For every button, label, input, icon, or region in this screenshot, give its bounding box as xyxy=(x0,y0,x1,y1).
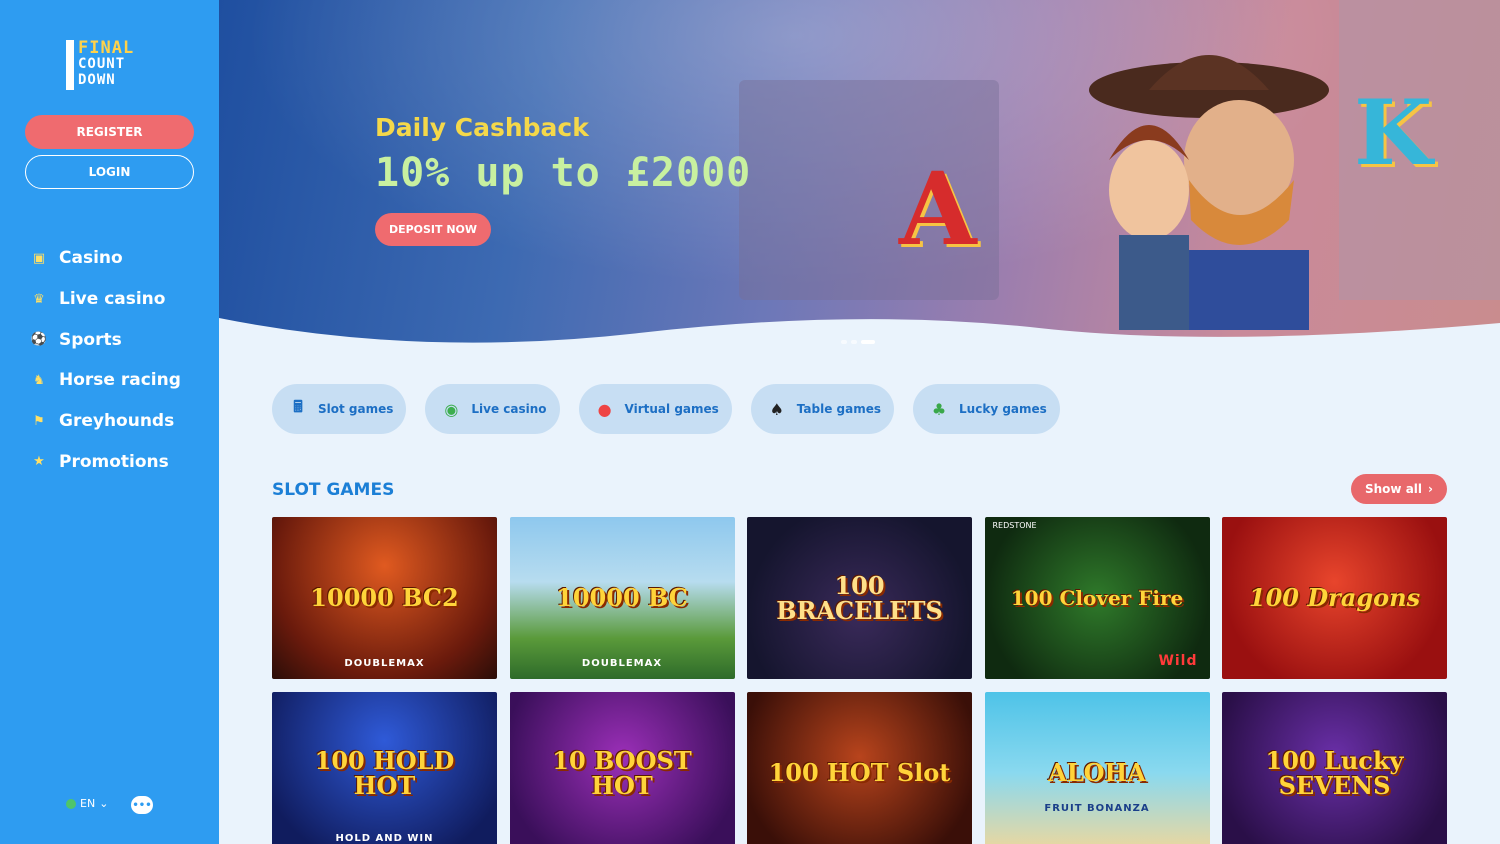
nav-item-label: Greyhounds xyxy=(59,411,175,432)
playing-card-icon: ♠ xyxy=(769,399,784,419)
game-title: 10 BOOST HOT xyxy=(552,745,692,800)
sidebar: FINAL COUNT DOWN REGISTER LOGIN ▣ Casino… xyxy=(0,0,219,844)
nav-item-promotions[interactable]: ★ Promotions xyxy=(30,441,181,482)
letter-k-symbol-image: K xyxy=(1354,80,1433,186)
logo-bar xyxy=(66,40,74,90)
game-subtitle: HOLD AND WIN xyxy=(335,833,434,844)
login-button[interactable]: LOGIN xyxy=(25,155,194,189)
carousel-dot[interactable] xyxy=(851,340,857,344)
final-countdown-logo[interactable]: FINAL COUNT DOWN xyxy=(66,40,154,92)
banner-title: Daily Cashback xyxy=(375,113,589,142)
game-subtitle: DOUBLEMAX xyxy=(344,658,425,669)
slot-games-heading: SLOT GAMES xyxy=(272,480,395,500)
game-tile[interactable]: 100 HOLD HOT HOLD AND WIN xyxy=(272,692,497,844)
carousel-dot-active[interactable] xyxy=(861,340,875,344)
chevron-right-icon: › xyxy=(1428,482,1433,496)
banner-amount: 10% up to £2000 xyxy=(375,150,752,196)
nav-item-casino[interactable]: ▣ Casino xyxy=(30,238,181,279)
show-all-label: Show all xyxy=(1365,482,1423,496)
show-all-button[interactable]: Show all › xyxy=(1351,474,1447,504)
nav-item-label: Promotions xyxy=(59,451,169,472)
nav-item-greyhounds[interactable]: ⚑ Greyhounds xyxy=(30,401,181,442)
category-lucky-games[interactable]: ♣ Lucky games xyxy=(913,384,1060,434)
roulette-icon: ◉ xyxy=(444,399,459,419)
game-tile[interactable]: 10000 BC2 DOUBLEMAX xyxy=(272,517,497,679)
megaphone-icon: ★ xyxy=(33,454,45,470)
slot-machine-icon: ▣ xyxy=(32,250,46,266)
clover-icon: ♣ xyxy=(931,399,947,419)
game-title: 10000 BC xyxy=(556,583,688,613)
game-subtitle: Wild xyxy=(1158,653,1198,669)
category-label: Lucky games xyxy=(959,402,1047,416)
chevron-down-icon: ⌄ xyxy=(99,797,109,810)
category-live-casino[interactable]: ◉ Live casino xyxy=(425,384,560,434)
nav-item-label: Sports xyxy=(59,329,122,350)
slot-games-grid: 10000 BC2 DOUBLEMAX 10000 BC DOUBLEMAX 1… xyxy=(272,517,1447,844)
game-categories: 🖩 Slot games ◉ Live casino ● Virtual gam… xyxy=(272,384,1060,434)
banner-wave xyxy=(219,318,1500,358)
game-subtitle: FRUIT BONANZA xyxy=(1044,803,1150,814)
category-label: Table games xyxy=(796,402,882,416)
game-tile[interactable]: 10000 BC DOUBLEMAX xyxy=(509,517,735,679)
football-icon: ⚽ xyxy=(30,332,48,348)
horse-icon: ♞ xyxy=(33,372,45,388)
category-label: Virtual games xyxy=(624,402,719,416)
language-flag-icon xyxy=(66,798,76,809)
game-tile[interactable]: 10 BOOST HOT xyxy=(509,692,735,844)
game-title: 100 BRACELETS xyxy=(776,570,943,625)
billiard-ball-icon: ● xyxy=(597,399,612,419)
provider-logo: REDSTONE xyxy=(992,521,1037,530)
chat-icon[interactable]: ••• xyxy=(131,796,153,814)
game-title: 100 Dragons xyxy=(1248,583,1421,613)
game-title: ALOHA xyxy=(1048,758,1146,788)
game-tile[interactable]: 100 BRACELETS xyxy=(747,517,972,679)
game-tile[interactable]: 100 HOT Slot xyxy=(747,692,972,844)
slot-machine-icon: 🖩 xyxy=(293,396,303,416)
carousel-dots xyxy=(841,340,875,344)
game-title: 100 HOT Slot xyxy=(768,758,951,788)
dealer-icon: ♛ xyxy=(33,291,45,307)
promo-banner[interactable]: A K Daily Cashback 10% up to £2000 DEPOS… xyxy=(219,0,1500,358)
letter-a-symbol-image: A xyxy=(899,150,977,268)
category-label: Live casino xyxy=(471,402,547,416)
category-table-games[interactable]: ♠ Table games xyxy=(750,384,895,434)
category-virtual-games[interactable]: ● Virtual games xyxy=(578,384,732,434)
game-subtitle: DOUBLEMAX xyxy=(581,658,663,669)
category-label: Slot games xyxy=(318,402,394,416)
main-nav: ▣ Casino ♛ Live casino ⚽ Sports ♞ Horse … xyxy=(30,238,181,482)
game-tile[interactable]: 100 Dragons xyxy=(1222,517,1447,679)
game-title: 10000 BC2 xyxy=(310,583,459,613)
greyhound-icon: ⚑ xyxy=(33,413,45,429)
carousel-dot[interactable] xyxy=(841,340,847,344)
nav-item-label: Casino xyxy=(59,248,123,269)
game-tile[interactable]: REDSTONE 100 Clover Fire Wild xyxy=(984,517,1210,679)
game-title: 100 Clover Fire xyxy=(1010,585,1184,610)
nav-item-sports[interactable]: ⚽ Sports xyxy=(30,319,181,360)
cowboy-characters-image xyxy=(1089,55,1329,330)
nav-item-label: Live casino xyxy=(59,289,166,310)
logo-line-3: DOWN xyxy=(78,72,116,88)
game-title: 100 HOLD HOT xyxy=(314,745,455,800)
game-tile[interactable]: ALOHA FRUIT BONANZA xyxy=(984,692,1210,844)
game-title: 100 Lucky SEVENS xyxy=(1265,745,1404,800)
language-label: EN xyxy=(80,797,96,810)
register-button[interactable]: REGISTER xyxy=(25,115,194,149)
game-tile[interactable]: 100 Lucky SEVENS xyxy=(1222,692,1447,844)
deposit-now-button[interactable]: DEPOSIT NOW xyxy=(375,213,491,246)
nav-item-live-casino[interactable]: ♛ Live casino xyxy=(30,279,181,320)
nav-item-horse-racing[interactable]: ♞ Horse racing xyxy=(30,360,181,401)
category-slot-games[interactable]: 🖩 Slot games xyxy=(272,384,407,434)
logo-line-1: FINAL xyxy=(78,38,135,58)
language-selector[interactable]: EN ⌄ xyxy=(66,797,108,810)
logo-line-2: COUNT xyxy=(78,56,126,72)
nav-item-label: Horse racing xyxy=(59,370,181,391)
